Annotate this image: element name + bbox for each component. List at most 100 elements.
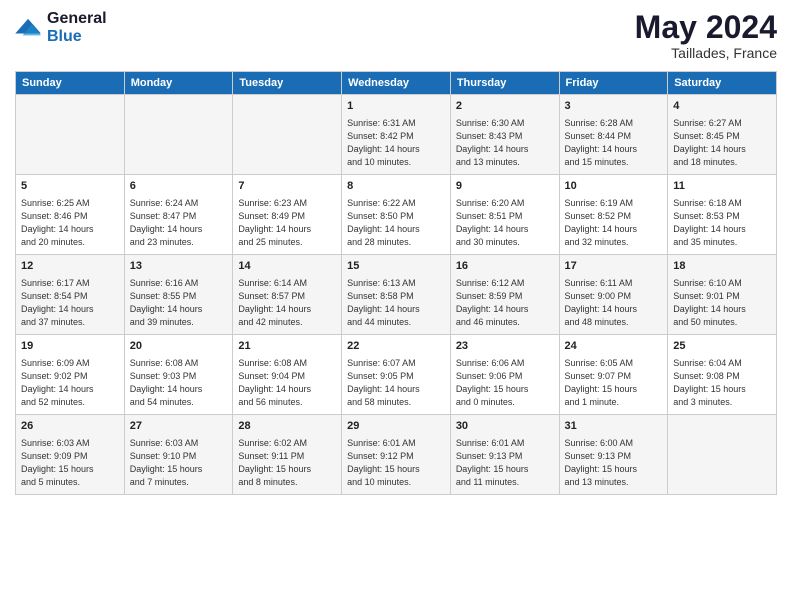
calendar-cell: 29 Sunrise: 6:01 AM Sunset: 9:12 PM Dayli… [342,415,451,495]
calendar-cell [233,95,342,175]
calendar-cell: 16 Sunrise: 6:12 AM Sunset: 8:59 PM Dayli… [450,255,559,335]
day-info: Sunrise: 6:18 AM Sunset: 8:53 PM Dayligh… [673,197,771,249]
day-number: 29 [347,419,445,434]
day-number: 8 [347,179,445,194]
day-info: Sunrise: 6:16 AM Sunset: 8:55 PM Dayligh… [130,277,228,329]
day-number: 31 [565,419,663,434]
day-info: Sunrise: 6:27 AM Sunset: 8:45 PM Dayligh… [673,117,771,169]
day-info: Sunrise: 6:17 AM Sunset: 8:54 PM Dayligh… [21,277,119,329]
calendar-cell: 13 Sunrise: 6:16 AM Sunset: 8:55 PM Dayli… [124,255,233,335]
calendar-cell: 27 Sunrise: 6:03 AM Sunset: 9:10 PM Dayli… [124,415,233,495]
calendar-cell: 7 Sunrise: 6:23 AM Sunset: 8:49 PM Daylig… [233,175,342,255]
day-number: 7 [238,179,336,194]
day-info: Sunrise: 6:08 AM Sunset: 9:04 PM Dayligh… [238,357,336,409]
day-number: 9 [456,179,554,194]
day-number: 18 [673,259,771,274]
calendar-cell: 24Sunrise: 6:05 AM Sunset: 9:07 PM Dayli… [559,335,668,415]
day-number: 27 [130,419,228,434]
calendar-cell: 3Sunrise: 6:28 AM Sunset: 8:44 PM Daylig… [559,95,668,175]
title-block: May 2024 Taillades, France [635,10,777,61]
calendar-cell: 12 Sunrise: 6:17 AM Sunset: 8:54 PM Dayli… [16,255,125,335]
calendar-cell: 31 Sunrise: 6:00 AM Sunset: 9:13 PM Dayli… [559,415,668,495]
calendar-week-3: 12 Sunrise: 6:17 AM Sunset: 8:54 PM Dayli… [16,255,777,335]
col-saturday: Saturday [668,72,777,95]
day-number: 20 [130,339,228,354]
day-number: 16 [456,259,554,274]
day-info: Sunrise: 6:09 AM Sunset: 9:02 PM Dayligh… [21,357,119,409]
day-info: Sunrise: 6:04 AM Sunset: 9:08 PM Dayligh… [673,357,771,409]
day-number: 13 [130,259,228,274]
day-number: 22 [347,339,445,354]
calendar-cell [124,95,233,175]
day-info: Sunrise: 6:01 AM Sunset: 9:13 PM Dayligh… [456,437,554,489]
day-number: 26 [21,419,119,434]
calendar-cell: 21Sunrise: 6:08 AM Sunset: 9:04 PM Dayli… [233,335,342,415]
col-sunday: Sunday [16,72,125,95]
day-info: Sunrise: 6:03 AM Sunset: 9:10 PM Dayligh… [130,437,228,489]
col-wednesday: Wednesday [342,72,451,95]
title-location: Taillades, France [635,45,777,61]
day-info: Sunrise: 6:30 AM Sunset: 8:43 PM Dayligh… [456,117,554,169]
day-info: Sunrise: 6:02 AM Sunset: 9:11 PM Dayligh… [238,437,336,489]
calendar-cell: 18 Sunrise: 6:10 AM Sunset: 9:01 PM Dayli… [668,255,777,335]
calendar-cell: 14 Sunrise: 6:14 AM Sunset: 8:57 PM Dayli… [233,255,342,335]
day-info: Sunrise: 6:00 AM Sunset: 9:13 PM Dayligh… [565,437,663,489]
calendar-cell: 17 Sunrise: 6:11 AM Sunset: 9:00 PM Dayli… [559,255,668,335]
day-info: Sunrise: 6:01 AM Sunset: 9:12 PM Dayligh… [347,437,445,489]
calendar-week-1: 1Sunrise: 6:31 AM Sunset: 8:42 PM Daylig… [16,95,777,175]
day-info: Sunrise: 6:05 AM Sunset: 9:07 PM Dayligh… [565,357,663,409]
day-number: 23 [456,339,554,354]
day-info: Sunrise: 6:10 AM Sunset: 9:01 PM Dayligh… [673,277,771,329]
title-month: May 2024 [635,10,777,45]
col-thursday: Thursday [450,72,559,95]
calendar-week-2: 5Sunrise: 6:25 AM Sunset: 8:46 PM Daylig… [16,175,777,255]
day-number: 12 [21,259,119,274]
calendar-week-5: 26Sunrise: 6:03 AM Sunset: 9:09 PM Dayli… [16,415,777,495]
day-number: 28 [238,419,336,434]
day-info: Sunrise: 6:07 AM Sunset: 9:05 PM Dayligh… [347,357,445,409]
calendar-cell: 25Sunrise: 6:04 AM Sunset: 9:08 PM Dayli… [668,335,777,415]
calendar-cell: 11 Sunrise: 6:18 AM Sunset: 8:53 PM Dayli… [668,175,777,255]
day-info: Sunrise: 6:12 AM Sunset: 8:59 PM Dayligh… [456,277,554,329]
col-monday: Monday [124,72,233,95]
day-info: Sunrise: 6:20 AM Sunset: 8:51 PM Dayligh… [456,197,554,249]
calendar-cell: 5Sunrise: 6:25 AM Sunset: 8:46 PM Daylig… [16,175,125,255]
day-number: 17 [565,259,663,274]
calendar-cell: 4 Sunrise: 6:27 AM Sunset: 8:45 PM Daylig… [668,95,777,175]
day-info: Sunrise: 6:14 AM Sunset: 8:57 PM Dayligh… [238,277,336,329]
calendar-cell: 9 Sunrise: 6:20 AM Sunset: 8:51 PM Daylig… [450,175,559,255]
calendar-cell: 23 Sunrise: 6:06 AM Sunset: 9:06 PM Dayli… [450,335,559,415]
calendar-cell: 6 Sunrise: 6:24 AM Sunset: 8:47 PM Daylig… [124,175,233,255]
day-info: Sunrise: 6:23 AM Sunset: 8:49 PM Dayligh… [238,197,336,249]
header-row: Sunday Monday Tuesday Wednesday Thursday… [16,72,777,95]
day-info: Sunrise: 6:11 AM Sunset: 9:00 PM Dayligh… [565,277,663,329]
page-container: General Blue May 2024 Taillades, France … [0,0,792,505]
day-number: 19 [21,339,119,354]
day-number: 30 [456,419,554,434]
day-info: Sunrise: 6:24 AM Sunset: 8:47 PM Dayligh… [130,197,228,249]
calendar-cell: 15Sunrise: 6:13 AM Sunset: 8:58 PM Dayli… [342,255,451,335]
day-number: 14 [238,259,336,274]
calendar-table: Sunday Monday Tuesday Wednesday Thursday… [15,71,777,495]
day-number: 5 [21,179,119,194]
day-number: 10 [565,179,663,194]
day-number: 11 [673,179,771,194]
calendar-cell [668,415,777,495]
col-tuesday: Tuesday [233,72,342,95]
header: General Blue May 2024 Taillades, France [15,10,777,61]
calendar-cell: 8Sunrise: 6:22 AM Sunset: 8:50 PM Daylig… [342,175,451,255]
day-info: Sunrise: 6:13 AM Sunset: 8:58 PM Dayligh… [347,277,445,329]
day-number: 4 [673,99,771,114]
calendar-cell: 30 Sunrise: 6:01 AM Sunset: 9:13 PM Dayli… [450,415,559,495]
calendar-body: 1Sunrise: 6:31 AM Sunset: 8:42 PM Daylig… [16,95,777,495]
calendar-cell: 22 Sunrise: 6:07 AM Sunset: 9:05 PM Dayli… [342,335,451,415]
day-info: Sunrise: 6:06 AM Sunset: 9:06 PM Dayligh… [456,357,554,409]
col-friday: Friday [559,72,668,95]
calendar-cell: 20Sunrise: 6:08 AM Sunset: 9:03 PM Dayli… [124,335,233,415]
calendar-cell: 2Sunrise: 6:30 AM Sunset: 8:43 PM Daylig… [450,95,559,175]
calendar-cell: 1Sunrise: 6:31 AM Sunset: 8:42 PM Daylig… [342,95,451,175]
calendar-cell [16,95,125,175]
calendar-cell: 10Sunrise: 6:19 AM Sunset: 8:52 PM Dayli… [559,175,668,255]
day-number: 6 [130,179,228,194]
logo-icon [15,17,43,39]
